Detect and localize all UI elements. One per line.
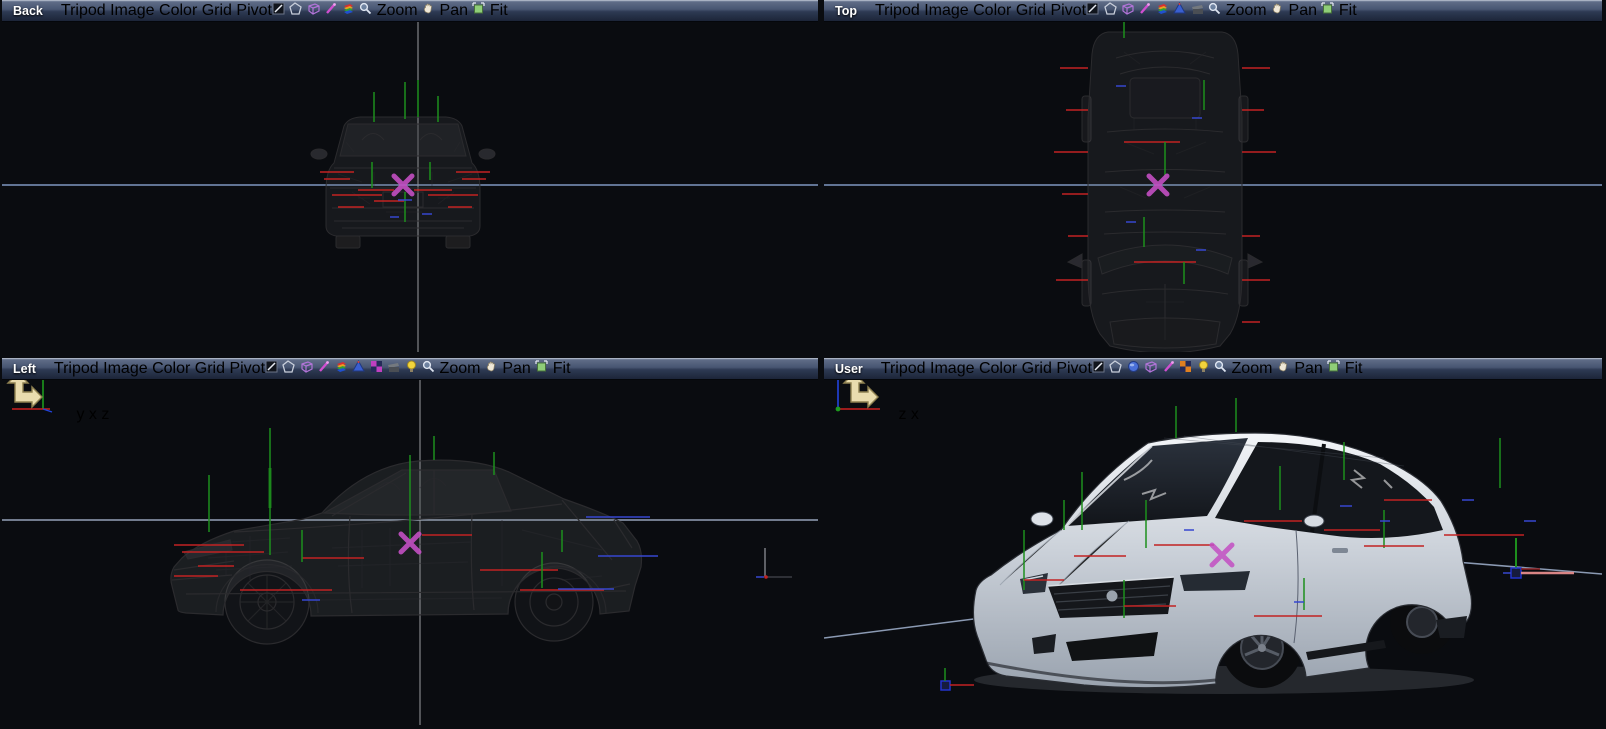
wireframe-cube-icon[interactable]	[1121, 2, 1134, 19]
wireframe-polygon-icon[interactable]	[289, 2, 302, 19]
fit-frame-icon	[535, 360, 548, 377]
hand-icon	[485, 360, 498, 377]
draw-style-icon[interactable]	[1092, 360, 1105, 377]
fit-button[interactable]: Fit	[535, 360, 570, 377]
hand-icon	[422, 2, 435, 19]
draw-style-icon[interactable]	[272, 2, 285, 19]
lightbulb-icon[interactable]	[1197, 360, 1210, 377]
fit-button[interactable]: Fit	[1321, 2, 1356, 19]
gradient-texture-icon[interactable]	[1156, 2, 1169, 19]
viewport-left-canvas[interactable]: y x z	[2, 380, 818, 729]
pen-icon[interactable]	[1162, 360, 1175, 377]
menu-item-tripod[interactable]: Tripod	[875, 2, 920, 19]
locator-object	[1503, 538, 1574, 578]
menu-item-image[interactable]: Image	[103, 360, 147, 377]
fit-button[interactable]: Fit	[472, 2, 507, 19]
gradient-texture-icon[interactable]	[335, 360, 348, 377]
display-mode-icon-strip	[1086, 2, 1208, 19]
menu-item-grid[interactable]: Grid	[195, 360, 225, 377]
menu-item-image[interactable]: Image	[924, 2, 968, 19]
zoom-button[interactable]: Zoom	[1208, 2, 1271, 19]
viewport-back: Back Tripod Image Color Grid Pivot	[2, 0, 818, 352]
viewport-left: Left Tripod Image Color Grid Pivot	[2, 358, 818, 725]
wireframe-cube-icon[interactable]	[307, 2, 320, 19]
pan-button[interactable]: Pan	[1277, 360, 1327, 377]
viewport-menu: Tripod Image Color Grid Pivot	[54, 360, 265, 378]
menu-item-tripod[interactable]: Tripod	[61, 2, 106, 19]
sphere-icon[interactable]	[1127, 360, 1140, 377]
viewport-name-button[interactable]: Left	[5, 361, 44, 377]
viewport-user: User Tripod Image Color Grid Pivot	[824, 358, 1602, 725]
zoom-button[interactable]: Zoom	[1214, 360, 1277, 377]
menu-item-color[interactable]: Color	[152, 360, 190, 377]
wireframe-polygon-icon[interactable]	[1109, 360, 1122, 377]
pan-button[interactable]: Pan	[1271, 2, 1321, 19]
locator-object	[941, 668, 974, 690]
menu-item-image[interactable]: Image	[110, 2, 154, 19]
menu-item-grid[interactable]: Grid	[1022, 360, 1052, 377]
menu-item-pivot[interactable]: Pivot	[229, 360, 265, 377]
clapperboard-icon[interactable]	[387, 360, 400, 377]
menu-item-color[interactable]: Color	[973, 2, 1011, 19]
checkerboard-icon[interactable]	[1179, 360, 1192, 377]
lightbulb-icon[interactable]	[405, 360, 418, 377]
locator-object	[756, 548, 792, 579]
viewport-name-button[interactable]: User	[827, 361, 871, 377]
draw-style-icon[interactable]	[265, 360, 278, 377]
display-mode-icon-strip	[265, 360, 422, 377]
hand-icon	[1271, 2, 1284, 19]
viewport-back-toolbar: Back Tripod Image Color Grid Pivot	[2, 0, 818, 22]
menu-item-tripod[interactable]: Tripod	[881, 360, 926, 377]
draw-style-icon[interactable]	[1086, 2, 1099, 19]
menu-item-grid[interactable]: Grid	[202, 2, 232, 19]
pen-icon[interactable]	[1138, 2, 1151, 19]
wireframe-cube-icon[interactable]	[300, 360, 313, 377]
pen-icon[interactable]	[317, 360, 330, 377]
viewport-top: Top Tripod Image Color Grid Pivot	[824, 0, 1602, 352]
wireframe-polygon-icon[interactable]	[1104, 2, 1117, 19]
viewport-top-toolbar: Top Tripod Image Color Grid Pivot	[824, 0, 1602, 22]
checkerboard-icon[interactable]	[370, 360, 383, 377]
pan-button[interactable]: Pan	[485, 360, 535, 377]
pen-icon[interactable]	[324, 2, 337, 19]
gradient-texture-icon[interactable]	[342, 2, 355, 19]
viewport-name-button[interactable]: Top	[827, 3, 865, 19]
cone-icon[interactable]	[1173, 2, 1186, 19]
car-shaded-3d	[973, 433, 1474, 694]
wireframe-cube-icon[interactable]	[1144, 360, 1157, 377]
display-mode-icon-strip	[272, 2, 359, 19]
zoom-button[interactable]: Zoom	[422, 360, 485, 377]
zoom-button[interactable]: Zoom	[359, 2, 422, 19]
fit-frame-icon	[472, 2, 485, 19]
menu-item-pivot[interactable]: Pivot	[1051, 2, 1087, 19]
menu-item-tripod[interactable]: Tripod	[54, 360, 99, 377]
magnifier-icon	[1214, 360, 1227, 377]
quad-viewport-workspace: Back Tripod Image Color Grid Pivot	[0, 0, 1606, 729]
viewport-left-toolbar: Left Tripod Image Color Grid Pivot	[2, 358, 818, 380]
clapperboard-icon[interactable]	[1191, 2, 1204, 19]
fit-frame-icon	[1321, 2, 1334, 19]
cone-icon[interactable]	[352, 360, 365, 377]
viewport-menu: Tripod Image Color Grid Pivot	[881, 360, 1092, 378]
magnifier-icon	[422, 360, 435, 377]
menu-item-color[interactable]: Color	[979, 360, 1017, 377]
fit-button[interactable]: Fit	[1327, 360, 1362, 377]
viewport-menu: Tripod Image Color Grid Pivot	[875, 2, 1086, 20]
menu-item-image[interactable]: Image	[930, 360, 974, 377]
pan-button[interactable]: Pan	[422, 2, 472, 19]
magnifier-icon	[1208, 2, 1221, 19]
viewport-user-canvas[interactable]: y z x	[824, 380, 1602, 729]
viewport-menu: Tripod Image Color Grid Pivot	[61, 2, 272, 20]
viewport-user-toolbar: User Tripod Image Color Grid Pivot	[824, 358, 1602, 380]
viewport-name-button[interactable]: Back	[5, 3, 51, 19]
menu-item-pivot[interactable]: Pivot	[1056, 360, 1092, 377]
menu-item-grid[interactable]: Grid	[1016, 2, 1046, 19]
wireframe-polygon-icon[interactable]	[282, 360, 295, 377]
fit-frame-icon	[1327, 360, 1340, 377]
hand-icon	[1277, 360, 1290, 377]
menu-item-color[interactable]: Color	[159, 2, 197, 19]
magnifier-icon	[359, 2, 372, 19]
display-mode-icon-strip	[1092, 360, 1214, 377]
menu-item-pivot[interactable]: Pivot	[236, 2, 272, 19]
